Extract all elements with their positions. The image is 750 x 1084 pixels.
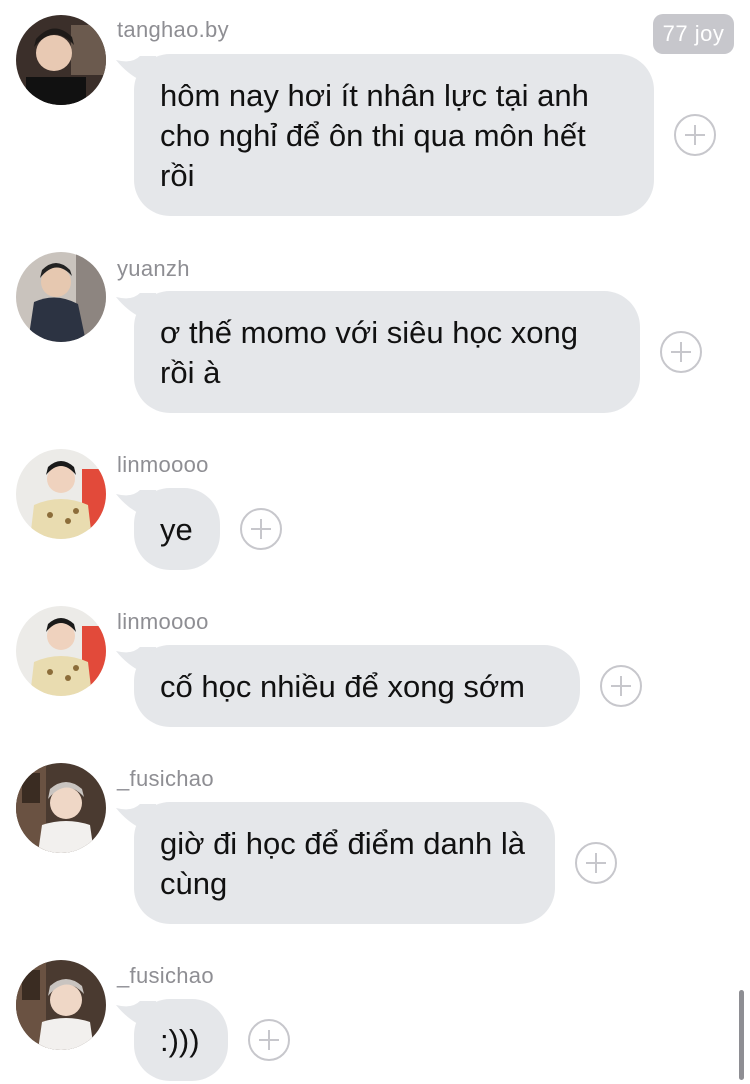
add-reaction-icon[interactable]	[248, 1019, 290, 1061]
add-reaction-icon[interactable]	[240, 508, 282, 550]
message-bubble[interactable]: hôm nay hơi ít nhân lực tại anh cho nghỉ…	[134, 54, 654, 216]
avatar[interactable]	[16, 763, 106, 853]
add-reaction-icon[interactable]	[600, 665, 642, 707]
username[interactable]: _fusichao	[117, 766, 214, 792]
message-text: ye	[160, 512, 193, 547]
username[interactable]: linmoooo	[117, 452, 209, 478]
message-text: hôm nay hơi ít nhân lực tại anh cho nghỉ…	[160, 78, 589, 193]
add-reaction-icon[interactable]	[674, 114, 716, 156]
message-bubble[interactable]: :)))	[134, 999, 228, 1081]
username[interactable]: tanghao.by	[117, 17, 229, 43]
avatar[interactable]	[16, 15, 106, 105]
message-text: :)))	[160, 1023, 200, 1058]
message-text: giờ đi học để điểm danh là cùng	[160, 826, 526, 901]
message-bubble[interactable]: giờ đi học để điểm danh là cùng	[134, 802, 555, 924]
message-bubble[interactable]: ơ thế momo với siêu học xong rồi à	[134, 291, 640, 413]
add-reaction-icon[interactable]	[660, 331, 702, 373]
username[interactable]: _fusichao	[117, 963, 214, 989]
message-text: ơ thế momo với siêu học xong rồi à	[160, 315, 579, 390]
scrollbar[interactable]	[739, 990, 744, 1080]
username[interactable]: yuanzh	[117, 256, 190, 282]
avatar[interactable]	[16, 606, 106, 696]
avatar[interactable]	[16, 252, 106, 342]
joy-count-badge[interactable]: 77 joy	[653, 14, 734, 54]
add-reaction-icon[interactable]	[575, 842, 617, 884]
message-bubble[interactable]: cố học nhiều để xong sớm	[134, 645, 580, 727]
message-text: cố học nhiều để xong sớm	[160, 669, 525, 704]
avatar[interactable]	[16, 449, 106, 539]
username[interactable]: linmoooo	[117, 609, 209, 635]
avatar[interactable]	[16, 960, 106, 1050]
message-bubble[interactable]: ye	[134, 488, 220, 570]
